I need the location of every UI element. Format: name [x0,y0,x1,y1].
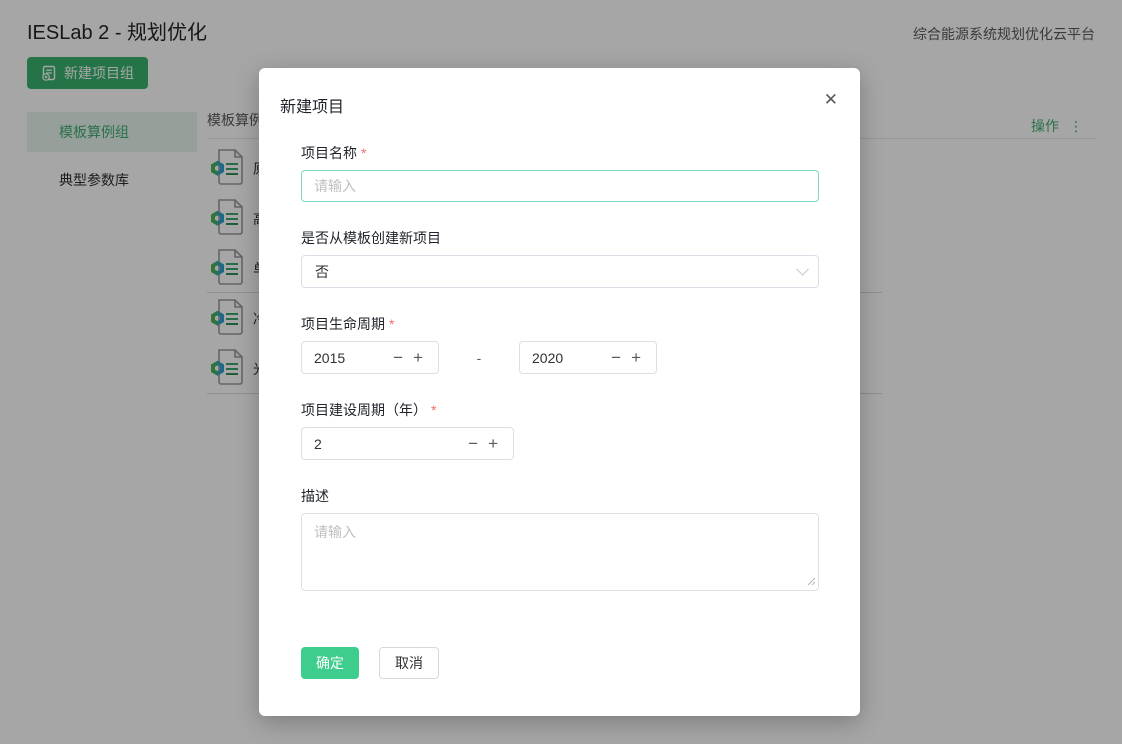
project-name-input[interactable] [301,170,819,202]
resize-handle-icon[interactable] [806,573,816,591]
lifecycle-start-input[interactable] [314,350,388,366]
required-mark: * [361,145,366,161]
lifecycle-end-input[interactable] [532,350,606,366]
increment-icon[interactable]: + [626,349,646,366]
lifecycle-start-stepper[interactable]: − + [301,341,439,374]
description-label: 描述 [301,486,819,506]
range-separator: - [439,350,519,366]
field-from-template: 是否从模板创建新项目 否 [301,228,819,288]
dialog-title: 新建项目 [280,93,819,117]
new-project-dialog: ✕ 新建项目 项目名称* 是否从模板创建新项目 否 [259,68,860,716]
from-template-select[interactable]: 否 [301,255,819,288]
lifecycle-end-stepper[interactable]: − + [519,341,657,374]
decrement-icon[interactable]: − [463,435,483,452]
increment-icon[interactable]: + [483,435,503,452]
field-construction-period: 项目建设周期（年）* − + [301,400,819,460]
description-textarea[interactable] [301,513,819,591]
from-template-label: 是否从模板创建新项目 [301,228,819,248]
cancel-button[interactable]: 取消 [379,647,439,679]
close-icon[interactable]: ✕ [824,91,838,108]
decrement-icon[interactable]: − [388,349,408,366]
field-description: 描述 [301,486,819,596]
field-project-name: 项目名称* [301,143,819,202]
chevron-down-icon [796,263,809,276]
increment-icon[interactable]: + [408,349,428,366]
construction-period-stepper[interactable]: − + [301,427,514,460]
dialog-actions: 确定 取消 [301,647,819,679]
required-mark: * [431,402,436,418]
lifecycle-label: 项目生命周期* [301,314,819,334]
project-name-label: 项目名称* [301,143,819,163]
select-value: 否 [315,262,329,282]
required-mark: * [389,316,394,332]
confirm-button[interactable]: 确定 [301,647,359,679]
construction-period-input[interactable] [314,436,463,452]
construction-period-label: 项目建设周期（年）* [301,400,819,420]
decrement-icon[interactable]: − [606,349,626,366]
field-lifecycle: 项目生命周期* − + - − + [301,314,819,374]
